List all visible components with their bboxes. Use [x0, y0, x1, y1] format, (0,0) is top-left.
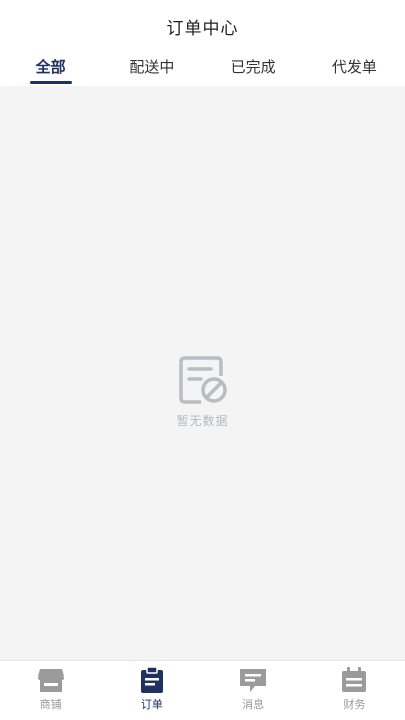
tab-all[interactable]: 全部 [0, 56, 101, 86]
tab-label: 配送中 [129, 58, 175, 76]
order-clipboard-icon [140, 667, 163, 693]
shop-icon [37, 669, 64, 692]
tabbar-label: 消息 [242, 698, 265, 711]
empty-state: 暂无数据 [0, 354, 405, 429]
tabbar-item-orders[interactable]: 订单 [101, 661, 202, 720]
tab-label: 代发单 [331, 58, 377, 76]
tabbar-label: 财务 [343, 698, 366, 711]
order-tabs: 全部 配送中 已完成 代发单 [0, 56, 405, 86]
finance-calendar-icon [342, 667, 367, 692]
tabbar-item-messages[interactable]: 消息 [203, 661, 304, 720]
tab-label: 已完成 [230, 58, 276, 76]
tabbar-item-shop[interactable]: 商铺 [0, 661, 101, 720]
tab-label: 全部 [35, 58, 66, 76]
header: 订单中心 全部 配送中 已完成 代发单 [0, 0, 405, 86]
active-tab-indicator [29, 81, 72, 84]
empty-state-text: 暂无数据 [176, 414, 229, 428]
no-data-document-icon [178, 356, 227, 404]
bottom-tabbar: 商铺 订单 消息 财务 [0, 660, 405, 720]
tabbar-label: 商铺 [39, 698, 62, 711]
tabbar-item-finance[interactable]: 财务 [304, 661, 405, 720]
tab-completed[interactable]: 已完成 [203, 56, 304, 86]
order-list-area: 暂无数据 [0, 86, 405, 660]
tab-delivering[interactable]: 配送中 [101, 56, 202, 86]
message-bubble-icon [240, 669, 267, 692]
tabbar-label: 订单 [140, 698, 163, 711]
page-title: 订单中心 [166, 19, 239, 39]
tab-dropship[interactable]: 代发单 [304, 56, 405, 86]
